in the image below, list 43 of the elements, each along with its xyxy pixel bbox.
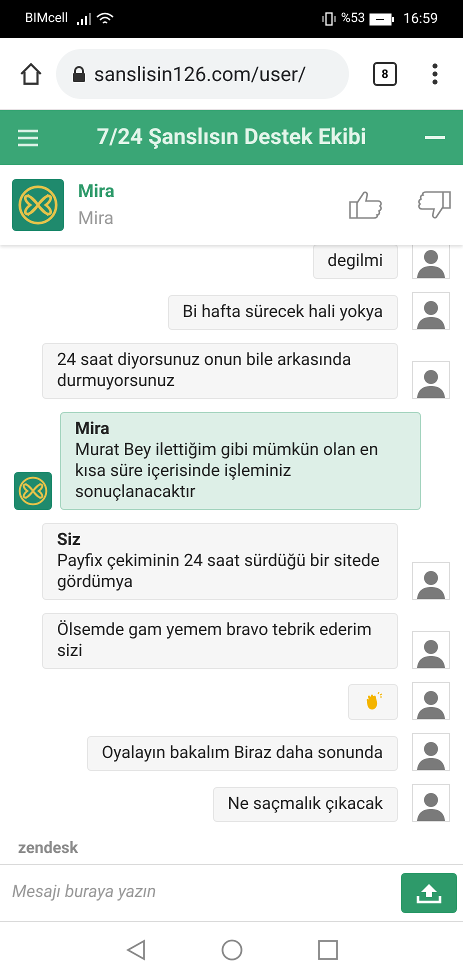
recents-icon[interactable]	[318, 940, 338, 960]
send-button[interactable]	[401, 873, 457, 913]
message-text: degilmi	[328, 251, 383, 272]
chat-title: 7/24 Şanslısın Destek Ekibi	[96, 124, 368, 152]
thumbs-up-icon[interactable]	[349, 190, 383, 220]
tab-count-button[interactable]: 8	[373, 62, 397, 86]
message-text: Oyalayın bakalım Biraz daha sonunda	[102, 743, 383, 764]
upload-icon	[416, 882, 442, 904]
agent-avatar	[14, 472, 52, 510]
user-avatar	[412, 733, 450, 771]
user-avatar	[412, 292, 450, 330]
vibrate-icon	[320, 12, 337, 26]
lock-icon	[72, 66, 86, 82]
agent-title: Mira	[78, 207, 115, 231]
home-circle-icon[interactable]	[220, 939, 242, 961]
sender-name: Mira	[75, 419, 110, 440]
message-text: Bi hafta sürecek hali yokya	[182, 302, 383, 323]
message-text: 24 saat diyorsunuz onun bile arkasında durmuyorsunuz	[57, 350, 352, 392]
wifi-icon	[96, 12, 114, 26]
battery-icon	[369, 12, 396, 26]
agent-name: Mira	[78, 180, 116, 204]
address-bar[interactable]: sanslisin126.com/user/	[56, 48, 349, 98]
sender-name: Siz	[57, 530, 82, 551]
minimize-icon[interactable]	[425, 136, 445, 140]
user-avatar	[412, 361, 450, 399]
user-avatar	[412, 784, 450, 822]
message-text: Ölsemde gam yemem bravo tebrik ederim sizi	[57, 620, 373, 662]
message-text: Payfix çekiminin 24 saat sürdüğü bir sitede gördümya	[57, 551, 381, 593]
agent-logo	[12, 179, 64, 231]
message-text: Ne saçmalık çıkacak	[228, 794, 383, 815]
user-avatar	[412, 631, 450, 669]
back-icon[interactable]	[126, 939, 146, 961]
carrier-name: BIMcell	[25, 10, 68, 28]
home-icon[interactable]	[18, 60, 44, 86]
user-avatar	[412, 682, 450, 720]
battery-percent: %53	[340, 10, 366, 28]
thumbs-down-icon[interactable]	[417, 190, 451, 220]
clock: 16:59	[403, 10, 438, 28]
signal-icon	[76, 13, 92, 25]
url-text: sanslisin126.com/user/	[94, 60, 306, 88]
message-text: Murat Bey ilettiğim gibi mümkün olan en kısa süre içerisinde işleminiz sonuçlanacaktır	[75, 440, 380, 503]
user-avatar	[412, 562, 450, 600]
message-input[interactable]: Mesajı buraya yazın	[12, 880, 393, 906]
